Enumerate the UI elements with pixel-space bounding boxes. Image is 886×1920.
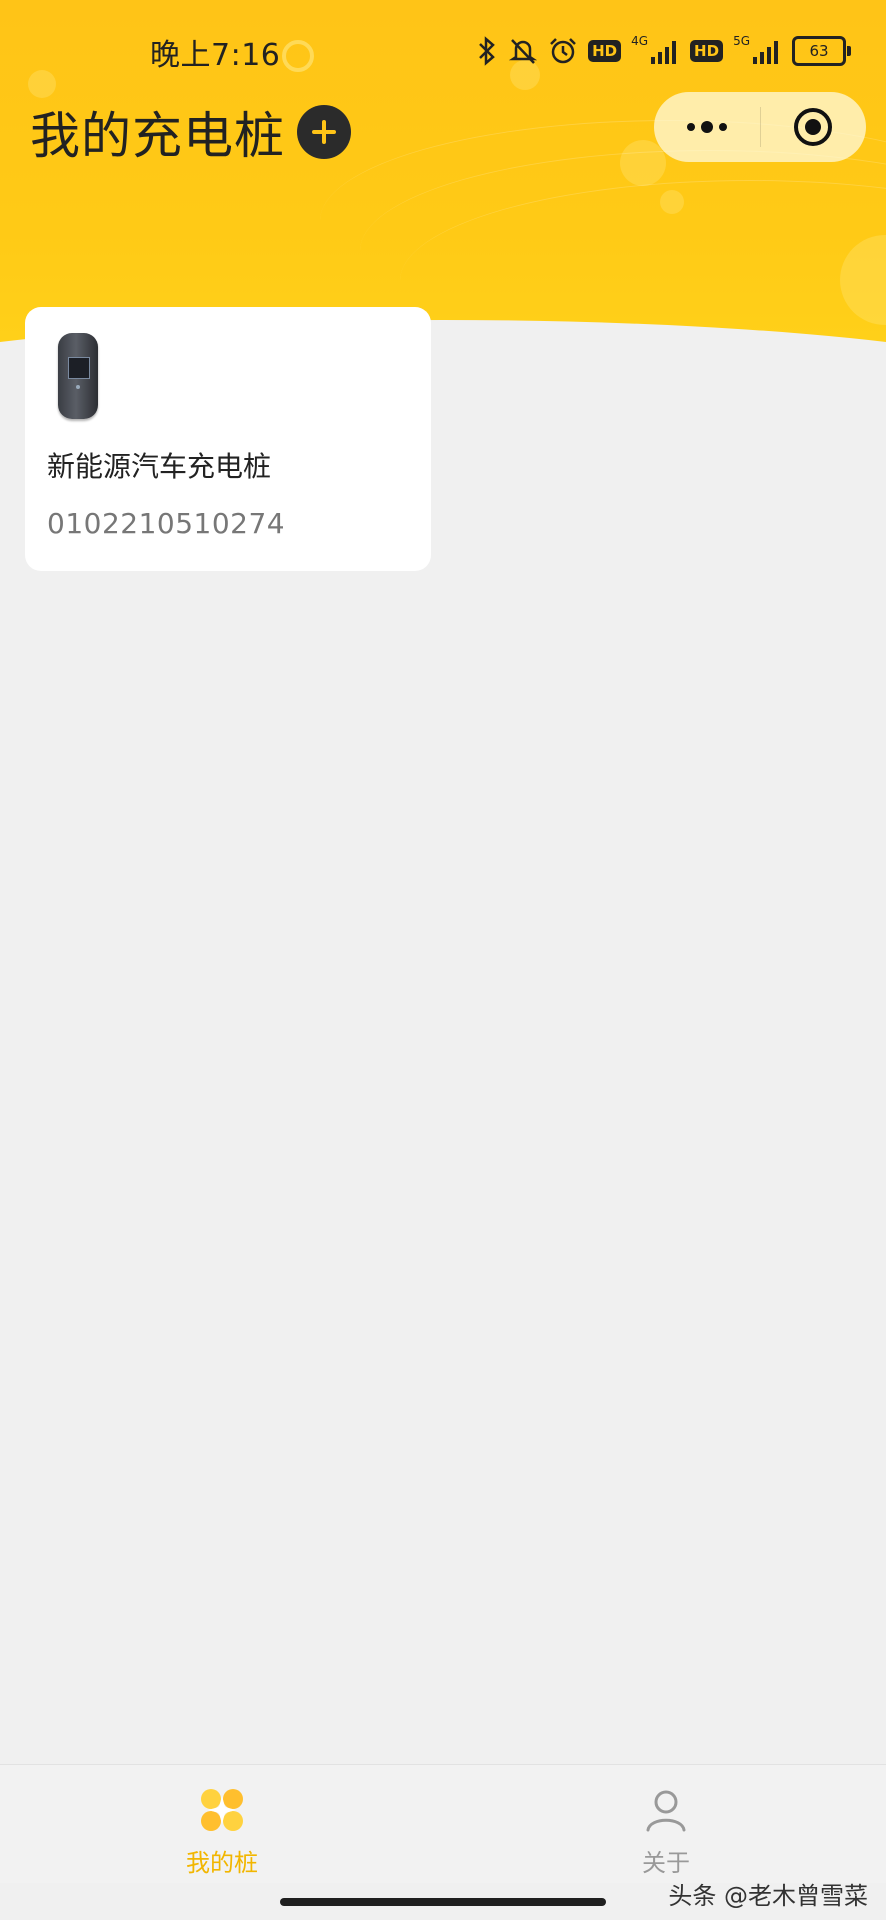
miniprogram-capsule: [654, 92, 866, 162]
tab-label: 我的桩: [186, 1849, 258, 1877]
battery-icon: 63: [792, 36, 851, 66]
charger-name: 新能源汽车充电桩: [47, 450, 272, 483]
network-type-label: 5G: [733, 34, 750, 48]
tab-about[interactable]: 关于: [566, 1765, 766, 1883]
tab-my-piles[interactable]: 我的桩: [122, 1765, 322, 1883]
status-time: 晚上7:16: [150, 38, 281, 73]
charger-indicator: [76, 385, 80, 389]
watermark: 头条 @老木曾雪菜: [668, 1882, 868, 1910]
hd-badge: HD: [588, 40, 622, 62]
add-pile-button[interactable]: [297, 105, 351, 159]
my-piles-icon: [201, 1789, 243, 1831]
title-row: 我的充电桩: [30, 96, 351, 168]
plus-icon: [312, 120, 336, 144]
more-button[interactable]: [654, 92, 760, 162]
tab-bar: 我的桩 关于: [0, 1764, 886, 1883]
signal-icon: [753, 41, 778, 64]
more-icon: [686, 121, 727, 133]
charger-screen: [68, 357, 90, 379]
person-icon: [646, 1790, 686, 1832]
signal-icon: [651, 41, 677, 64]
charger-code: 0102210510274: [47, 507, 286, 540]
page-title: 我的充电桩: [30, 107, 285, 165]
network-type-label: 4G: [631, 34, 649, 48]
target-icon: [794, 108, 833, 146]
charger-device-image: [58, 333, 98, 419]
status-bar: 晚上7:16 HD 4G HD 5G 63: [0, 0, 886, 100]
bluetooth-icon: [479, 36, 495, 66]
hd-badge: HD: [690, 40, 724, 62]
status-icons: HD 4G HD 5G 63: [476, 34, 851, 68]
close-miniprogram-button[interactable]: [761, 92, 867, 162]
tab-label: 关于: [642, 1849, 690, 1877]
alarm-icon: [550, 38, 576, 64]
charger-card[interactable]: 新能源汽车充电桩 0102210510274: [25, 307, 431, 571]
home-indicator[interactable]: [280, 1898, 606, 1906]
mute-bell-icon: [508, 39, 538, 64]
